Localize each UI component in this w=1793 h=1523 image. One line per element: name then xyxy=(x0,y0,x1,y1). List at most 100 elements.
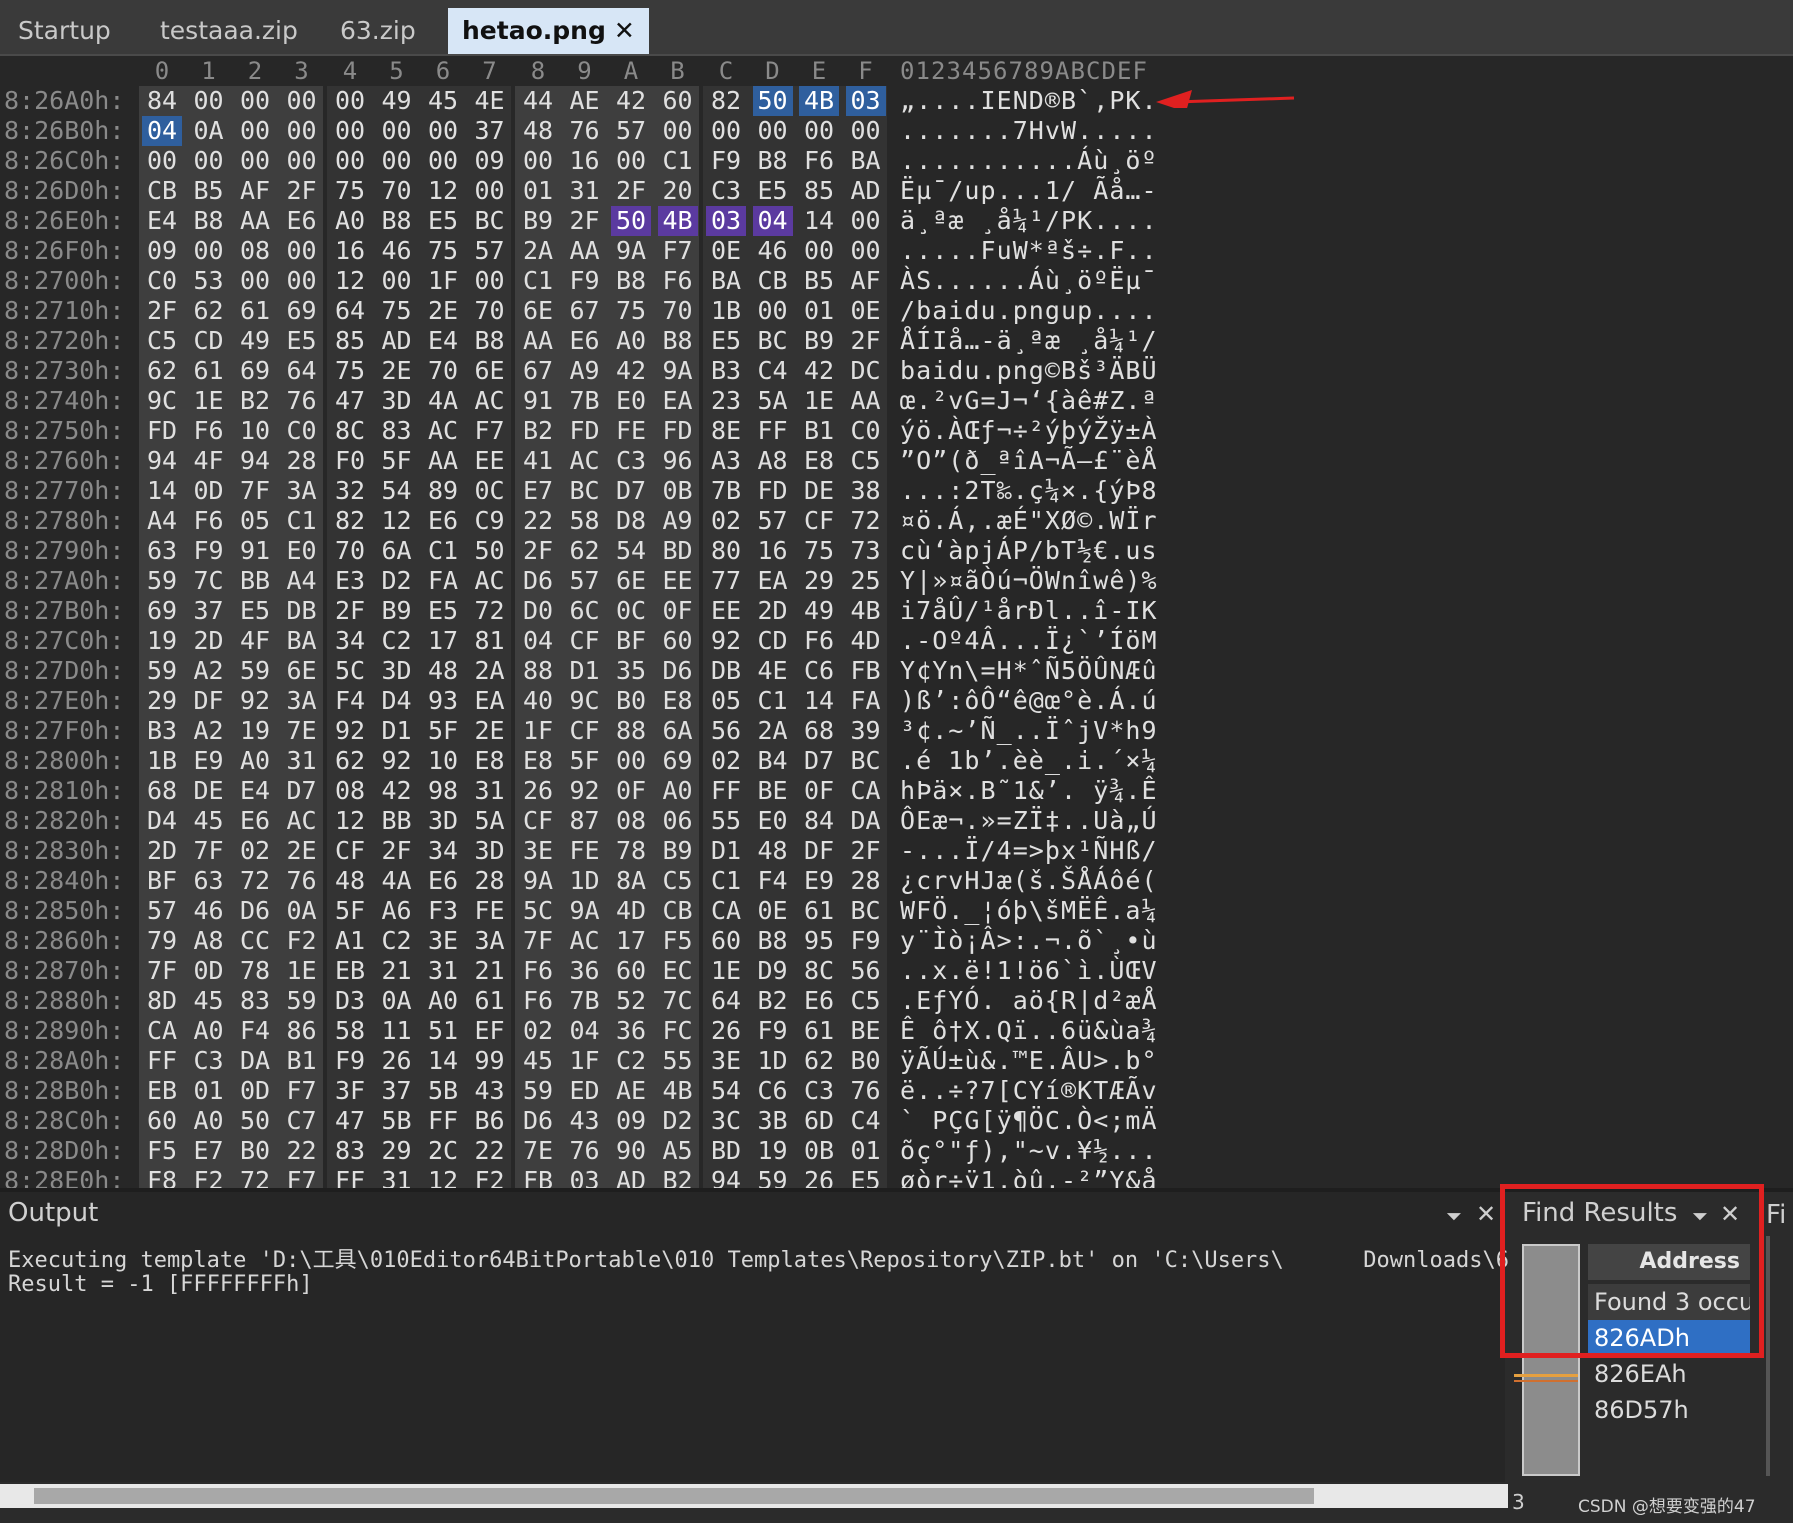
hex-byte[interactable]: 32 xyxy=(330,476,370,506)
hex-byte[interactable]: 7E xyxy=(282,716,322,746)
hex-byte[interactable]: 63 xyxy=(189,866,229,896)
hex-byte[interactable]: 49 xyxy=(799,596,839,626)
hex-byte[interactable]: AE xyxy=(611,1076,651,1106)
hex-byte[interactable]: FC xyxy=(658,1016,698,1046)
hex-byte[interactable]: 6D xyxy=(799,1106,839,1136)
hex-byte[interactable]: 3A xyxy=(282,686,322,716)
ascii-text[interactable]: )ß’:ôÔ“ê@œ°è.Á.ú xyxy=(900,686,1160,716)
ascii-text[interactable]: ³¢.~’Ñ_..ÏˆjV*h9 xyxy=(900,716,1160,746)
hex-byte[interactable]: C7 xyxy=(282,1106,322,1136)
hex-byte[interactable]: CB xyxy=(142,176,182,206)
hex-byte[interactable]: CD xyxy=(189,326,229,356)
hex-byte[interactable]: EE xyxy=(658,566,698,596)
hex-byte[interactable]: C6 xyxy=(753,1076,793,1106)
hex-row[interactable]: 8:28D0h: F5 E7 B0 22 83 29 2C 22 7E 76 90 A5 BD 19 0B 01… xyxy=(0,1136,1160,1166)
hex-byte[interactable]: 62 xyxy=(142,356,182,386)
hex-byte[interactable]: F7 xyxy=(282,1076,322,1106)
hex-byte[interactable]: A0 xyxy=(189,1016,229,1046)
hex-byte[interactable]: 46 xyxy=(377,236,417,266)
hex-byte[interactable]: E8 xyxy=(518,746,558,776)
hex-byte[interactable]: 50 xyxy=(611,206,651,236)
ascii-text[interactable]: /baidu.pngup.... xyxy=(900,296,1160,326)
hex-byte[interactable]: 36 xyxy=(565,956,605,986)
hex-byte[interactable]: C1 xyxy=(282,506,322,536)
ascii-text[interactable]: .EƒYÓ. aö{R|d²æÅ xyxy=(900,986,1160,1016)
hex-byte[interactable]: 92 xyxy=(565,776,605,806)
hex-byte[interactable]: 0A xyxy=(377,986,417,1016)
hex-byte[interactable]: 92 xyxy=(377,746,417,776)
hex-byte[interactable]: 91 xyxy=(518,386,558,416)
hex-byte[interactable]: 1F xyxy=(565,1046,605,1076)
hex-byte[interactable]: 28 xyxy=(282,446,322,476)
hex-byte[interactable]: C0 xyxy=(282,416,322,446)
hex-row[interactable]: 8:2720h: C5 CD 49 E5 85 AD E4 B8 AA E6 A0 B8 E5 BC B9 2F… xyxy=(0,326,1160,356)
hex-byte[interactable]: 40 xyxy=(518,686,558,716)
hex-byte[interactable]: 12 xyxy=(377,506,417,536)
hex-byte[interactable]: 46 xyxy=(189,896,229,926)
hex-byte[interactable]: 3D xyxy=(470,836,510,866)
hex-byte[interactable]: 0B xyxy=(658,476,698,506)
hex-byte[interactable]: 00 xyxy=(753,116,793,146)
hex-byte[interactable]: C5 xyxy=(846,986,886,1016)
hex-byte[interactable]: 12 xyxy=(330,806,370,836)
hex-byte[interactable]: E9 xyxy=(189,746,229,776)
hex-byte[interactable]: B0 xyxy=(611,686,651,716)
hex-byte[interactable]: 72 xyxy=(235,1166,275,1188)
hex-byte[interactable]: F2 xyxy=(470,1166,510,1188)
hex-byte[interactable]: F9 xyxy=(565,266,605,296)
hex-byte[interactable]: E6 xyxy=(423,866,463,896)
hex-byte[interactable]: B8 xyxy=(189,206,229,236)
hex-byte[interactable]: C1 xyxy=(423,536,463,566)
hex-byte[interactable]: CF xyxy=(799,506,839,536)
hex-row[interactable]: 8:2700h: C0 53 00 00 12 00 1F 00 C1 F9 B8 F6 BA CB B5 AF… xyxy=(0,266,1160,296)
hex-byte[interactable]: 00 xyxy=(846,116,886,146)
hex-byte[interactable]: 0E xyxy=(846,296,886,326)
hex-byte[interactable]: 31 xyxy=(377,1166,417,1188)
hex-byte[interactable]: 6E xyxy=(518,296,558,326)
hex-byte[interactable]: D8 xyxy=(611,506,651,536)
hex-byte[interactable]: 70 xyxy=(330,536,370,566)
hex-byte[interactable]: 04 xyxy=(142,116,182,146)
hex-byte[interactable]: 00 xyxy=(377,116,417,146)
hex-byte[interactable]: A0 xyxy=(235,746,275,776)
hex-byte[interactable]: E5 xyxy=(846,1166,886,1188)
hex-byte[interactable]: 73 xyxy=(846,536,886,566)
ascii-text[interactable]: ÀS......Áù¸öºËµ¯ xyxy=(900,266,1160,296)
ascii-text[interactable]: hÞä×.B˜1&’. ÿ¾.Ê xyxy=(900,776,1160,806)
hex-byte[interactable]: 1F xyxy=(518,716,558,746)
hex-byte[interactable]: 43 xyxy=(565,1106,605,1136)
hex-byte[interactable]: 78 xyxy=(611,836,651,866)
hex-byte[interactable]: 62 xyxy=(330,746,370,776)
hex-byte[interactable]: 00 xyxy=(330,116,370,146)
hex-byte[interactable]: 01 xyxy=(799,296,839,326)
hex-byte[interactable]: 93 xyxy=(423,686,463,716)
hex-byte[interactable]: C5 xyxy=(142,326,182,356)
hex-byte[interactable]: 99 xyxy=(470,1046,510,1076)
hex-byte[interactable]: 4B xyxy=(657,206,698,236)
hex-byte[interactable]: F2 xyxy=(282,926,322,956)
hex-byte[interactable]: E5 xyxy=(423,596,463,626)
hex-byte[interactable]: 82 xyxy=(330,506,370,536)
hex-byte[interactable]: FF xyxy=(142,1046,182,1076)
hex-byte[interactable]: 01 xyxy=(846,1136,886,1166)
hex-byte[interactable]: C3 xyxy=(706,176,746,206)
hex-byte[interactable]: 2E xyxy=(377,356,417,386)
hex-byte[interactable]: C4 xyxy=(753,356,793,386)
hex-byte[interactable]: F6 xyxy=(799,626,839,656)
hex-byte[interactable]: 00 xyxy=(377,146,417,176)
ascii-text[interactable]: baidu.png©Bš³ÄBÜ xyxy=(900,356,1160,386)
hex-byte[interactable]: 1D xyxy=(565,866,605,896)
hex-byte[interactable]: 29 xyxy=(142,686,182,716)
hex-byte[interactable]: 21 xyxy=(470,956,510,986)
hex-byte[interactable]: 1B xyxy=(706,296,746,326)
hex-byte[interactable]: DB xyxy=(706,656,746,686)
hex-byte[interactable]: 98 xyxy=(423,776,463,806)
hex-byte[interactable]: 14 xyxy=(423,1046,463,1076)
hex-byte[interactable]: 79 xyxy=(142,926,182,956)
hex-byte[interactable]: 2E xyxy=(423,296,463,326)
hex-byte[interactable]: 94 xyxy=(706,1166,746,1188)
hex-byte[interactable]: E6 xyxy=(799,986,839,1016)
hex-byte[interactable]: 2C xyxy=(423,1136,463,1166)
hex-byte[interactable]: 2F xyxy=(611,176,651,206)
hex-byte[interactable]: 69 xyxy=(658,746,698,776)
